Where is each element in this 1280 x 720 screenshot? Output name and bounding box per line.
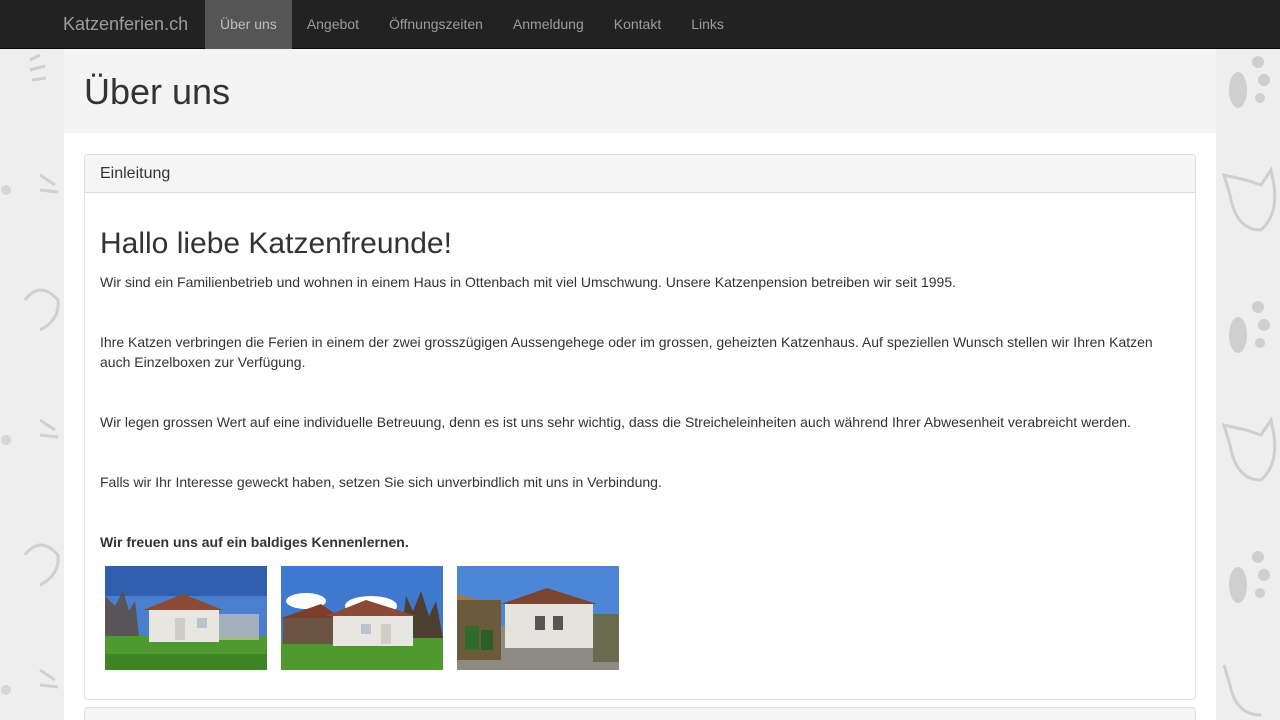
- nav-menu: Über uns Angebot Öffnungszeiten Anmeldun…: [205, 0, 739, 49]
- nav-item-oeffnungszeiten[interactable]: Öffnungszeiten: [374, 0, 498, 49]
- greeting-heading: Hallo liebe Katzenfreunde!: [100, 227, 452, 260]
- nav-item-links[interactable]: Links: [676, 0, 739, 49]
- nav-item-anmeldung[interactable]: Anmeldung: [498, 0, 599, 49]
- photo-gallery: [105, 566, 619, 670]
- panel-heading: Einleitung: [85, 155, 1195, 193]
- background-cat-pattern-left: [0, 0, 64, 720]
- cat-house-photo-3[interactable]: [457, 566, 619, 670]
- nav-item-ueber-uns[interactable]: Über uns: [205, 0, 292, 49]
- care-paragraph: Ihre Katzen verbringen die Ferien in ein…: [100, 334, 1153, 370]
- cat-house-photo-2[interactable]: [281, 566, 443, 670]
- nav-item-angebot[interactable]: Angebot: [292, 0, 374, 49]
- nav-item-kontakt[interactable]: Kontakt: [599, 0, 676, 49]
- next-panel: [84, 707, 1196, 720]
- intro-paragraph: Wir sind ein Familienbetrieb und wohnen …: [100, 274, 956, 290]
- page-title: Über uns: [84, 71, 231, 112]
- attention-paragraph: Wir legen grossen Wert auf eine individu…: [100, 414, 1131, 430]
- page-header: Über uns: [64, 49, 1216, 133]
- brand-link[interactable]: Katzenferien.ch: [63, 0, 188, 49]
- contact-paragraph: Falls wir Ihr Interesse geweckt haben, s…: [100, 474, 662, 490]
- top-navbar: Katzenferien.ch Über uns Angebot Öffnung…: [0, 0, 1280, 49]
- background-cat-pattern-right: [1216, 0, 1280, 720]
- main-container: Über uns Einleitung Hallo liebe Katzenfr…: [64, 49, 1216, 720]
- cat-house-photo-1[interactable]: [105, 566, 267, 670]
- intro-panel: Einleitung Hallo liebe Katzenfreunde! Wi…: [84, 154, 1196, 700]
- paw-pattern-icon: [1221, 56, 1277, 717]
- closing-text: Wir freuen uns auf ein baldiges Kennenle…: [100, 534, 409, 550]
- cat-pattern-icon: [1, 53, 60, 695]
